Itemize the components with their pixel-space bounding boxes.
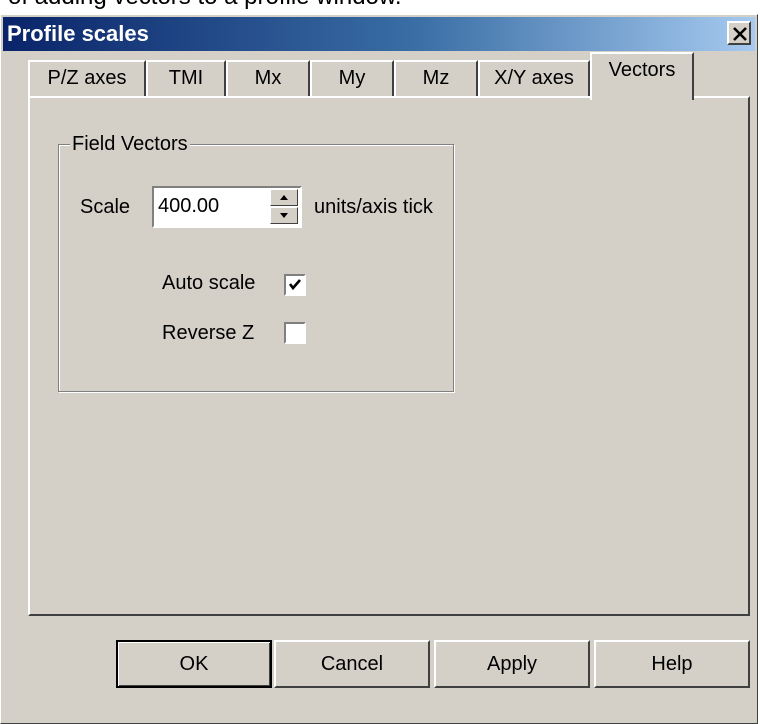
tab-mx[interactable]: Mx <box>226 60 310 98</box>
tab-tmi[interactable]: TMI <box>146 60 226 98</box>
checkmark-icon <box>288 279 301 291</box>
field-vectors-group-label: Field Vectors <box>70 133 190 156</box>
scale-spinner <box>152 186 302 228</box>
close-icon <box>733 27 747 41</box>
caption-text: of adding vectors to a profile window. <box>8 0 402 11</box>
scale-input[interactable] <box>156 190 270 222</box>
close-button[interactable] <box>727 21 751 45</box>
tab-pz-axes[interactable]: P/Z axes <box>28 60 146 98</box>
units-label: units/axis tick <box>314 196 433 218</box>
scale-spin-down-button[interactable] <box>270 207 298 224</box>
apply-button[interactable]: Apply <box>434 640 590 688</box>
auto-scale-label: Auto scale <box>162 272 256 294</box>
reverse-z-checkbox[interactable] <box>284 322 306 344</box>
reverse-z-label: Reverse Z <box>162 322 255 344</box>
auto-scale-checkbox[interactable] <box>284 274 306 296</box>
tab-vectors[interactable]: Vectors <box>590 52 694 100</box>
scale-spin-up-button[interactable] <box>270 189 298 206</box>
tab-xy-axes[interactable]: X/Y axes <box>478 60 590 98</box>
cancel-button[interactable]: Cancel <box>274 640 430 688</box>
help-button[interactable]: Help <box>594 640 750 688</box>
spin-down-arrow-icon <box>280 213 288 218</box>
title-bar[interactable]: Profile scales <box>3 17 755 51</box>
tab-mz[interactable]: Mz <box>394 60 478 98</box>
ok-button[interactable]: OK <box>116 640 272 688</box>
window-title: Profile scales <box>7 21 149 46</box>
field-vectors-group <box>58 144 454 392</box>
spin-up-arrow-icon <box>280 195 288 200</box>
scale-label: Scale <box>80 196 131 218</box>
tab-my[interactable]: My <box>310 60 394 98</box>
